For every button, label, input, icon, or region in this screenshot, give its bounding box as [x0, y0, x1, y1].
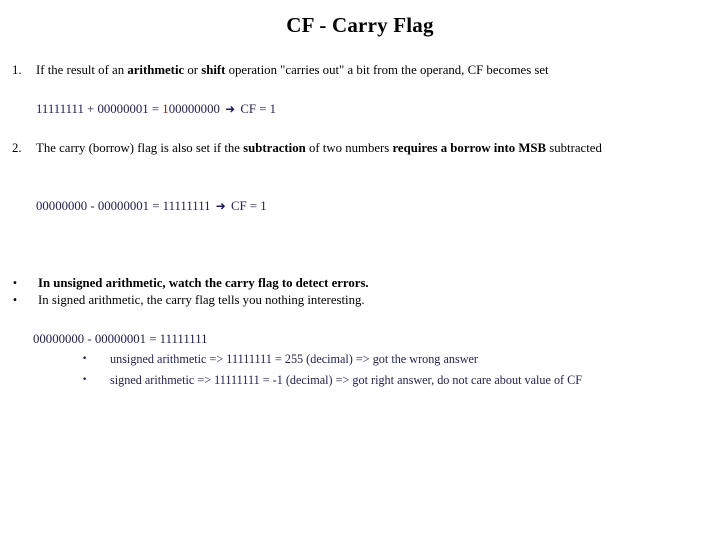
bullet-dot-icon: • [82, 375, 88, 385]
equation-line-1: 11111111 + 00000001 = 100000000 ➜ CF = 1 [36, 101, 276, 118]
bullet-item-unsigned-text: In unsigned arithmetic, watch the carry … [38, 276, 369, 290]
num1-part-0: If the result of an [36, 63, 128, 77]
sub-bullet-unsigned: • unsigned arithmetic => 11111111 = 255 … [82, 351, 692, 368]
num1-part-2: or [184, 63, 202, 77]
slide-canvas: CF - Carry Flag 1. If the result of an a… [0, 0, 720, 540]
bullet-dot-icon: • [12, 295, 18, 306]
sub-bullet-unsigned-text: unsigned arithmetic => 11111111 = 255 (d… [110, 352, 478, 366]
equation-2-suffix: CF = 1 [227, 199, 267, 213]
page-title: CF - Carry Flag [286, 13, 434, 37]
bullet-item-signed-text: In signed arithmetic, the carry flag tel… [38, 293, 365, 307]
sub-bullet-signed-text: signed arithmetic => 11111111 = -1 (deci… [110, 373, 583, 387]
equation-1-prefix: 11111111 + 00000001 = [36, 102, 163, 116]
num1-part-1: arithmetic [127, 63, 185, 77]
equation-2-prefix: 00000000 - 00000001 = 11111111 [36, 199, 214, 213]
equation-1-middle: 00000000 [168, 102, 224, 116]
num2-part-0: The carry (borrow) flag is also set if t… [36, 141, 244, 155]
equation-1-suffix: CF = 1 [237, 102, 277, 116]
numbered-item-2-marker: 2. [12, 141, 22, 155]
right-arrow-icon: ➜ [225, 102, 236, 116]
right-arrow-icon: ➜ [215, 199, 226, 213]
num1-part-3: shift [201, 63, 226, 77]
numbered-item-1-text: If the result of an arithmetic or shift … [36, 62, 698, 79]
num2-part-4: subtracted [546, 141, 602, 155]
sub-bullet-signed: • signed arithmetic => 11111111 = -1 (de… [82, 372, 692, 389]
numbered-item-2-text: The carry (borrow) flag is also set if t… [36, 140, 698, 157]
bullet-item-unsigned: • In unsigned arithmetic, watch the carr… [12, 275, 698, 292]
num1-part-4: operation "carries out" a bit from the o… [225, 63, 549, 77]
num2-part-2: of two numbers [305, 141, 393, 155]
num2-part-1: subtraction [243, 141, 306, 155]
numbered-item-1: 1. If the result of an arithmetic or shi… [12, 62, 698, 79]
example-equation: 00000000 - 00000001 = 11111111 [33, 332, 208, 346]
numbered-item-1-marker: 1. [12, 63, 22, 77]
bullet-item-signed: • In signed arithmetic, the carry flag t… [12, 292, 698, 309]
equation-line-2: 00000000 - 00000001 = 11111111 ➜ CF = 1 [36, 198, 267, 215]
bullet-dot-icon: • [82, 354, 88, 364]
num2-part-3: requires a borrow into MSB [392, 141, 547, 155]
numbered-item-2: 2. The carry (borrow) flag is also set i… [12, 140, 698, 157]
